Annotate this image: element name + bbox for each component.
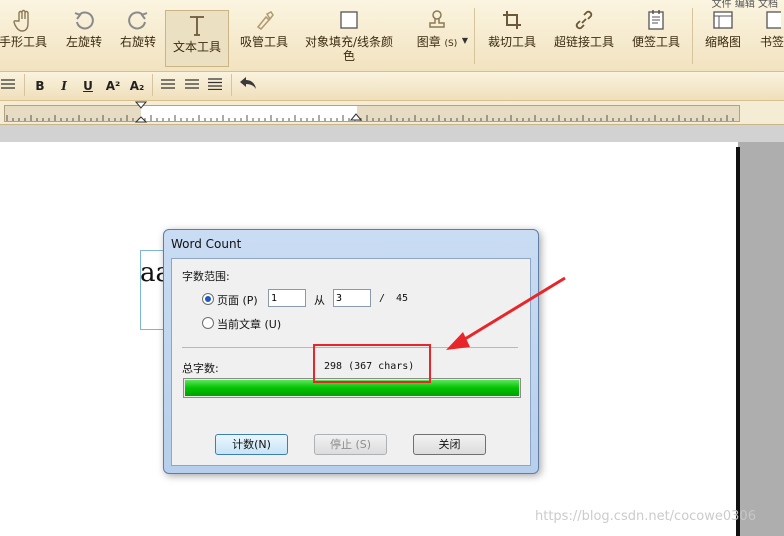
watermark: https://blog.csdn.net/cocowe0306: [535, 509, 756, 524]
annotation-arrow-icon: [446, 276, 566, 350]
